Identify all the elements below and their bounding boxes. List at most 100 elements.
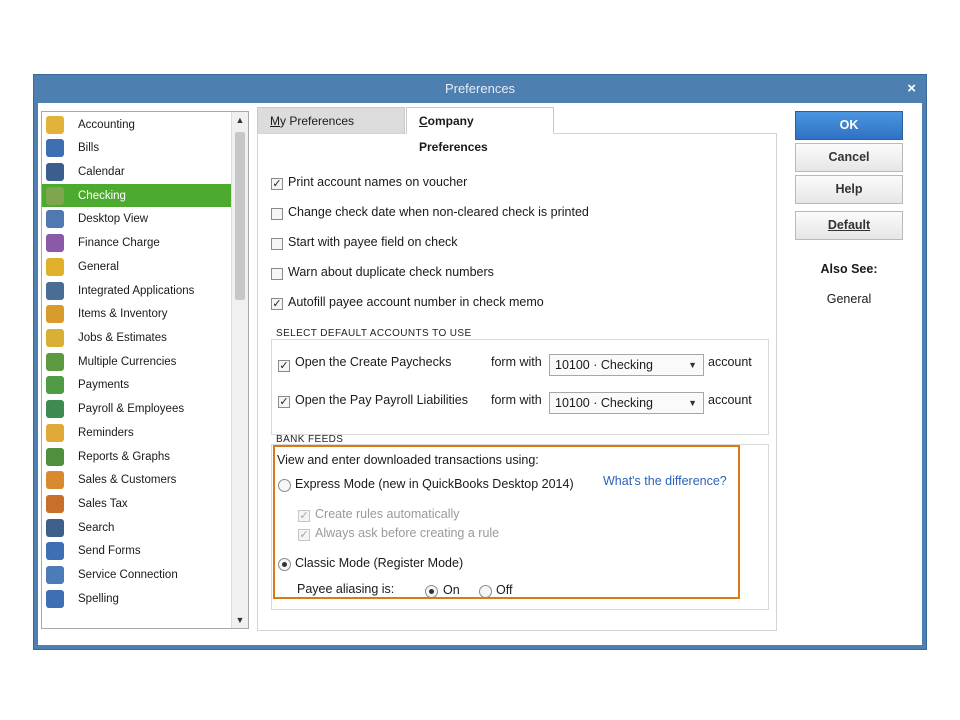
- category-list[interactable]: Accounting Bills Calendar Checking Deskt…: [41, 111, 249, 629]
- classic-mode-radio[interactable]: [278, 558, 291, 571]
- category-label: Sales Tax: [78, 497, 128, 510]
- send-forms-icon: [46, 541, 64, 560]
- pay-payroll-liabilities-label: Open the Pay Payroll Liabilities: [295, 393, 469, 407]
- payee-aliasing-label: Payee aliasing is:: [297, 582, 395, 596]
- always-ask-label: Always ask before creating a rule: [315, 526, 500, 540]
- category-item-desktop-view[interactable]: Desktop View: [42, 207, 232, 230]
- liabilities-account-dropdown[interactable]: 10100 · Checking ▼: [549, 392, 704, 414]
- form-with-label: form with: [491, 355, 542, 369]
- category-label: Calendar: [78, 165, 125, 178]
- payroll-employees-icon: [46, 399, 64, 418]
- category-label: Payroll & Employees: [78, 402, 185, 415]
- preferences-dialog: Preferences × Accounting Bills Calendar …: [33, 74, 927, 650]
- scroll-up-icon[interactable]: ▲: [232, 112, 248, 128]
- desktop-view-icon: [46, 209, 64, 228]
- category-item-reports-graphs[interactable]: Reports & Graphs: [42, 445, 232, 468]
- category-item-sales-customers[interactable]: Sales & Customers: [42, 468, 232, 491]
- category-item-payroll-employees[interactable]: Payroll & Employees: [42, 397, 232, 420]
- create-rules-checkbox[interactable]: ✓: [298, 510, 310, 522]
- account-label: account: [708, 393, 752, 407]
- calendar-icon: [46, 162, 64, 181]
- form-with-label: form with: [491, 393, 542, 407]
- create-rules-label: Create rules automatically: [315, 507, 460, 521]
- category-scrollbar[interactable]: ▲ ▼: [231, 112, 248, 628]
- title-bar: Preferences ×: [34, 75, 926, 103]
- category-label: Payments: [78, 378, 130, 391]
- category-label: General: [78, 260, 119, 273]
- paychecks-account-dropdown[interactable]: 10100 · Checking ▼: [549, 354, 704, 376]
- category-label: Items & Inventory: [78, 307, 168, 320]
- category-label: Accounting: [78, 118, 135, 131]
- also-see-general-link[interactable]: General: [795, 292, 903, 306]
- reports-graphs-icon: [46, 447, 64, 466]
- category-label: Service Connection: [78, 568, 178, 581]
- option-label: Print account names on voucher: [288, 175, 468, 189]
- reminders-icon: [46, 423, 64, 442]
- tab-company-preferences[interactable]: Company Preferences: [406, 107, 554, 154]
- category-item-send-forms[interactable]: Send Forms: [42, 539, 232, 562]
- category-label: Spelling: [78, 592, 119, 605]
- category-item-sales-tax[interactable]: Sales Tax: [42, 492, 232, 515]
- company-preferences-panel: ✓ Print account names on voucher Change …: [257, 133, 777, 631]
- option-label: Start with payee field on check: [288, 235, 458, 249]
- whats-the-difference-link[interactable]: What's the difference?: [603, 474, 727, 488]
- category-label: Send Forms: [78, 544, 141, 557]
- category-label: Reminders: [78, 426, 134, 439]
- category-item-accounting[interactable]: Accounting: [42, 113, 232, 136]
- payee-aliasing-off-radio[interactable]: [479, 585, 492, 598]
- cancel-button[interactable]: Cancel: [795, 143, 903, 172]
- autofill-payee-checkbox[interactable]: ✓: [271, 298, 283, 310]
- category-item-jobs-estimates[interactable]: Jobs & Estimates: [42, 326, 232, 349]
- account-label: account: [708, 355, 752, 369]
- option-label: Change check date when non-cleared check…: [288, 205, 589, 219]
- category-item-checking[interactable]: Checking: [42, 184, 232, 207]
- category-item-spelling[interactable]: Spelling: [42, 587, 232, 610]
- category-item-payments[interactable]: Payments: [42, 373, 232, 396]
- change-check-date-checkbox[interactable]: [271, 208, 283, 220]
- help-button[interactable]: Help: [795, 175, 903, 204]
- warn-duplicate-checkbox[interactable]: [271, 268, 283, 280]
- category-label: Checking: [78, 189, 126, 202]
- category-item-calendar[interactable]: Calendar: [42, 160, 232, 183]
- ok-button[interactable]: OK: [795, 111, 903, 140]
- category-label: Finance Charge: [78, 236, 160, 249]
- close-icon[interactable]: ×: [907, 75, 916, 103]
- pay-payroll-liabilities-checkbox[interactable]: ✓: [278, 396, 290, 408]
- start-with-payee-checkbox[interactable]: [271, 238, 283, 250]
- category-label: Bills: [78, 141, 100, 154]
- section-title-default-accounts: SELECT DEFAULT ACCOUNTS TO USE: [276, 328, 472, 339]
- category-item-integrated-applications[interactable]: Integrated Applications: [42, 279, 232, 302]
- payee-aliasing-on-label: On: [443, 583, 460, 597]
- category-label: Reports & Graphs: [78, 450, 171, 463]
- express-mode-radio[interactable]: [278, 479, 291, 492]
- sales-customers-icon: [46, 470, 64, 489]
- scroll-down-icon[interactable]: ▼: [232, 612, 248, 628]
- category-label: Search: [78, 521, 115, 534]
- category-item-reminders[interactable]: Reminders: [42, 421, 232, 444]
- jobs-estimates-icon: [46, 328, 64, 347]
- category-item-bills[interactable]: Bills: [42, 136, 232, 159]
- dialog-body: Accounting Bills Calendar Checking Deskt…: [38, 103, 922, 645]
- bank-feeds-intro: View and enter downloaded transactions u…: [277, 453, 539, 467]
- option-label: Warn about duplicate check numbers: [288, 265, 494, 279]
- default-button[interactable]: Default: [795, 211, 903, 240]
- spelling-icon: [46, 589, 64, 608]
- checking-icon: [46, 186, 64, 205]
- dropdown-value: 10100 · Checking: [555, 396, 653, 410]
- scroll-thumb[interactable]: [235, 132, 245, 300]
- category-item-multiple-currencies[interactable]: Multiple Currencies: [42, 350, 232, 373]
- always-ask-checkbox[interactable]: ✓: [298, 529, 310, 541]
- general-icon: [46, 257, 64, 276]
- category-item-finance-charge[interactable]: Finance Charge: [42, 231, 232, 254]
- tab-my-preferences[interactable]: My Preferences: [257, 107, 405, 134]
- category-item-items-inventory[interactable]: Items & Inventory: [42, 302, 232, 325]
- payee-aliasing-on-radio[interactable]: [425, 585, 438, 598]
- create-paychecks-checkbox[interactable]: ✓: [278, 360, 290, 372]
- category-item-search[interactable]: Search: [42, 516, 232, 539]
- search-icon: [46, 518, 64, 537]
- category-item-general[interactable]: General: [42, 255, 232, 278]
- finance-charge-icon: [46, 233, 64, 252]
- print-account-names-checkbox[interactable]: ✓: [271, 178, 283, 190]
- category-item-service-connection[interactable]: Service Connection: [42, 563, 232, 586]
- service-connection-icon: [46, 565, 64, 584]
